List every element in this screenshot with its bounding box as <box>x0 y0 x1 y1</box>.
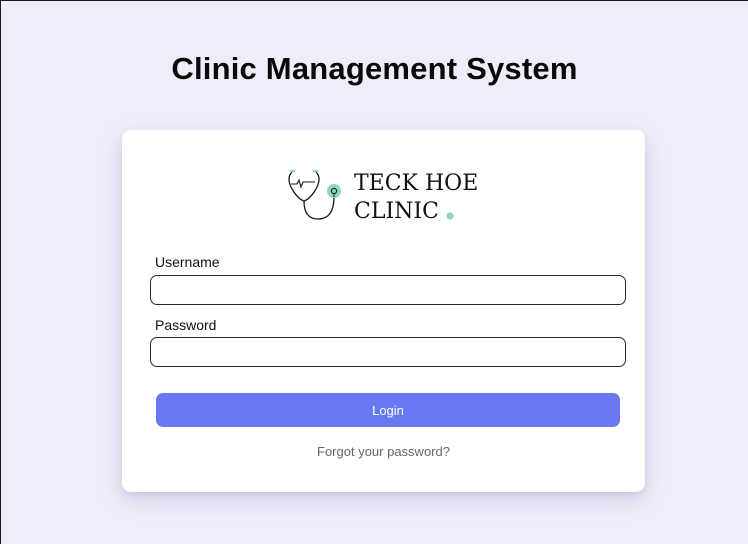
login-card: TECK HOE CLINIC Username Password Login … <box>122 130 645 492</box>
stethoscope-heartbeat-icon: TECK HOE CLINIC <box>288 169 478 224</box>
username-input[interactable] <box>150 275 626 305</box>
password-label: Password <box>155 317 217 333</box>
logo-line-2: CLINIC <box>354 199 439 224</box>
username-label: Username <box>155 254 220 270</box>
login-button[interactable]: Login <box>156 393 620 427</box>
page-title: Clinic Management System <box>171 51 578 86</box>
login-page: Clinic Management System TECK HOE CLINIC… <box>0 0 748 544</box>
forgot-password-link[interactable]: Forgot your password? <box>122 444 645 459</box>
logo-line-1: TECK HOE <box>354 171 478 196</box>
logo-dot <box>446 212 454 220</box>
password-input[interactable] <box>150 337 626 367</box>
clinic-logo: TECK HOE CLINIC <box>282 160 492 230</box>
